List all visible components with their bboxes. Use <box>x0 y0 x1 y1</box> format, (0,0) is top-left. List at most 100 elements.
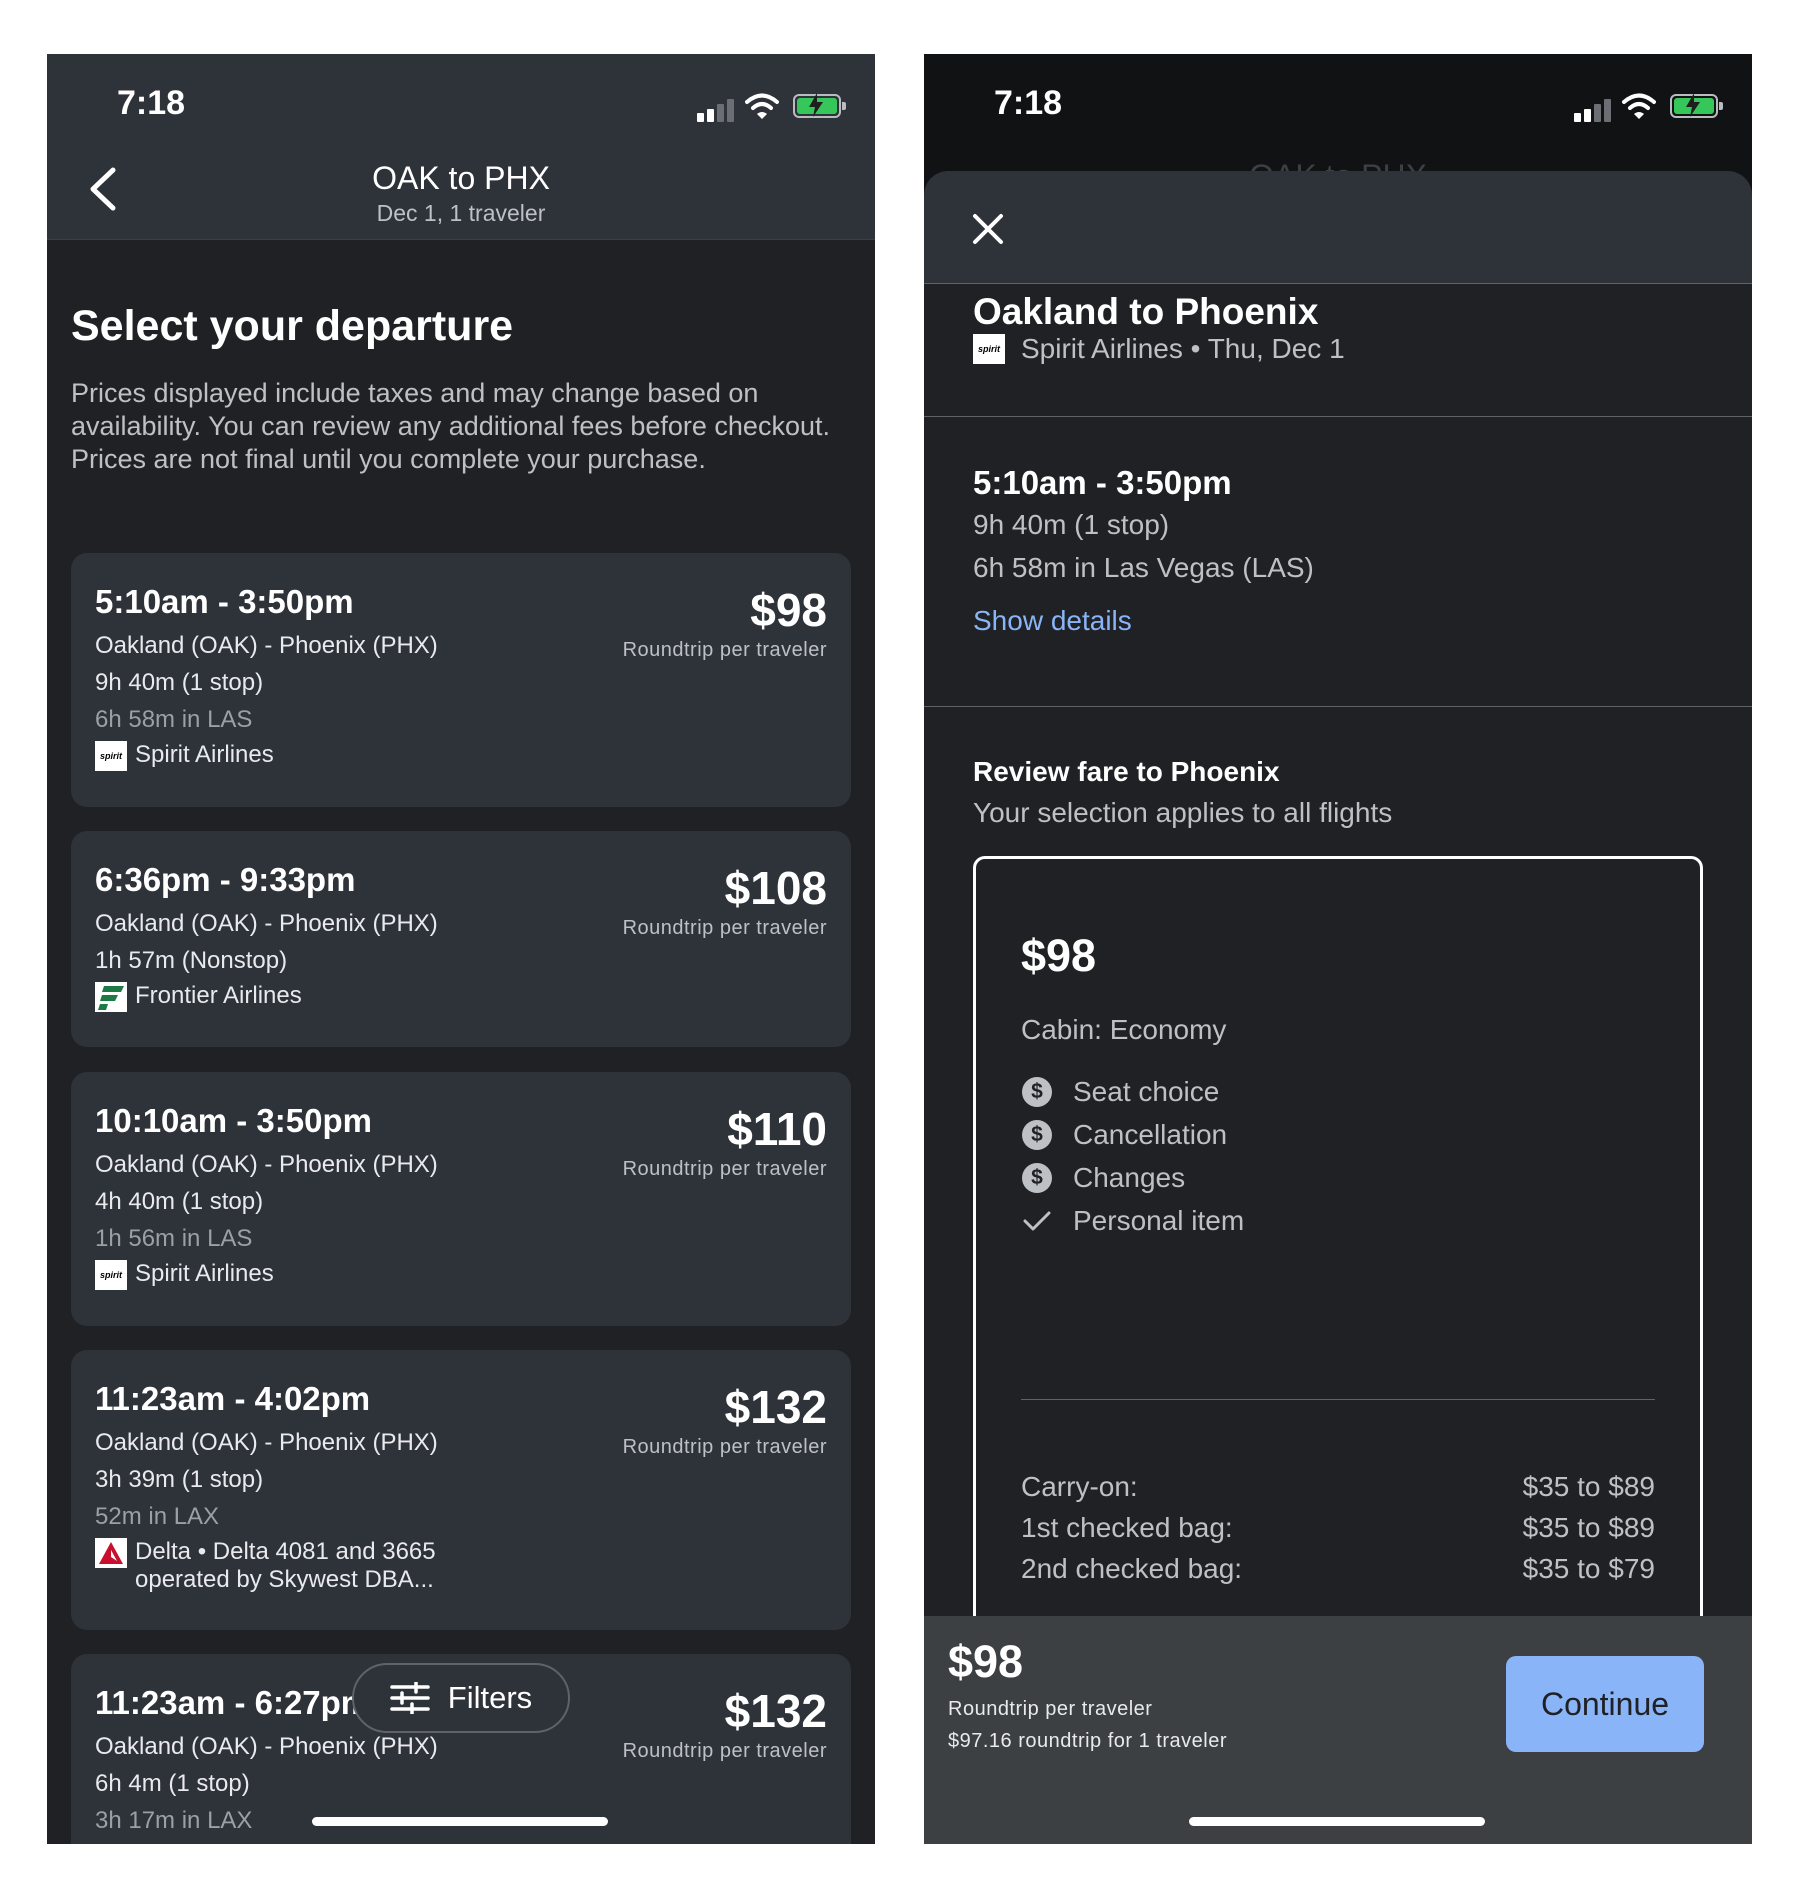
fare-feature: $ Cancellation <box>1021 1119 1227 1151</box>
flight-price: $98 <box>750 584 827 636</box>
airline-date: spirit Spirit Airlines • Thu, Dec 1 <box>973 333 1345 365</box>
operator-note: operated by Skywest DBA... <box>135 1566 434 1593</box>
wifi-icon <box>745 93 779 119</box>
flight-price: $132 <box>724 1381 827 1433</box>
status-time: 7:18 <box>994 84 1063 122</box>
flight-price: $110 <box>727 1103 827 1155</box>
fare-review-screen: 7:18 OAK to PHX Oakland to Phoenix spiri… <box>924 54 1752 1844</box>
flight-airline: spirit Spirit Airlines <box>95 1260 274 1290</box>
dollar-icon: $ <box>1021 1076 1053 1108</box>
price-note: Roundtrip per traveler <box>622 917 827 939</box>
feature-label: Personal item <box>1073 1205 1245 1236</box>
price-note: Roundtrip per traveler <box>622 1436 827 1458</box>
flight-duration: 9h 40m (1 stop) <box>95 669 264 696</box>
price-note: Roundtrip per traveler <box>622 1740 827 1762</box>
footer-price-note: Roundtrip per traveler <box>948 1698 1153 1720</box>
flight-duration: 9h 40m (1 stop) <box>973 509 1170 540</box>
filters-button[interactable]: Filters <box>352 1663 570 1733</box>
flight-duration: 3h 39m (1 stop) <box>95 1466 264 1493</box>
flight-times: 10:10am - 3:50pm <box>95 1102 372 1139</box>
fare-section-title: Review fare to Phoenix <box>973 756 1280 787</box>
bag-fee-label: 2nd checked bag: <box>1021 1553 1243 1584</box>
flight-duration: 6h 4m (1 stop) <box>95 1770 250 1797</box>
delta-logo-icon <box>95 1538 127 1568</box>
fare-cabin: Cabin: Economy <box>1021 1014 1227 1045</box>
footer-price: $98 <box>948 1636 1024 1687</box>
battery-charging-icon <box>1670 93 1723 118</box>
flight-layover: 52m in LAX <box>95 1503 220 1530</box>
airline-name: Spirit Airlines <box>135 1260 274 1287</box>
trip-title: Oakland to Phoenix <box>973 291 1319 332</box>
flight-times: 11:23am - 6:27pm <box>95 1684 371 1721</box>
flight-results-screen: 7:18 OAK to PHX Dec 1, 1 traveler Select… <box>47 54 875 1844</box>
bag-fee-row: 2nd checked bag: $35 to $79 <box>1021 1553 1655 1585</box>
bag-fee-label: 1st checked bag: <box>1021 1512 1233 1543</box>
checkout-footer: $98 Roundtrip per traveler $97.16 roundt… <box>924 1616 1752 1844</box>
feature-label: Cancellation <box>1073 1119 1228 1150</box>
section-heading: Select your departure <box>71 302 514 350</box>
price-disclaimer: Prices displayed include taxes and may c… <box>71 378 830 474</box>
battery-charging-icon <box>793 93 846 118</box>
divider <box>924 416 1752 417</box>
flight-airline: Delta • Delta 4081 and 3665 operated by … <box>95 1538 436 1594</box>
flight-price: $132 <box>724 1685 827 1737</box>
sheet-header <box>924 171 1752 284</box>
flight-layover: 1h 56m in LAS <box>95 1225 253 1252</box>
flight-card[interactable]: 5:10am - 3:50pm Oakland (OAK) - Phoenix … <box>71 553 851 807</box>
divider <box>1021 1399 1655 1400</box>
dollar-icon: $ <box>1021 1162 1053 1194</box>
feature-label: Seat choice <box>1073 1076 1220 1107</box>
wifi-icon <box>1622 93 1656 119</box>
flight-layover: 6h 58m in LAS <box>95 706 253 733</box>
check-icon <box>1021 1205 1053 1237</box>
airline-date-text: Spirit Airlines • Thu, Dec 1 <box>1021 333 1345 364</box>
feature-label: Changes <box>1073 1162 1186 1193</box>
frontier-logo-icon <box>95 982 127 1012</box>
flight-times: 11:23am - 4:02pm <box>95 1380 371 1417</box>
trip-summary: Dec 1, 1 traveler <box>376 200 546 226</box>
top-app-bar: 7:18 OAK to PHX Dec 1, 1 traveler <box>47 54 875 240</box>
flight-price: $108 <box>724 862 827 914</box>
bag-fee-value: $35 to $89 <box>1522 1471 1655 1502</box>
spirit-logo-icon: spirit <box>95 741 127 771</box>
flight-card[interactable]: 6:36pm - 9:33pm Oakland (OAK) - Phoenix … <box>71 831 851 1047</box>
status-bar: 7:18 <box>924 54 1752 154</box>
filters-label: Filters <box>447 1680 533 1715</box>
bag-fee-row: Carry-on: $35 to $89 <box>1021 1471 1655 1503</box>
divider <box>924 706 1752 707</box>
airline-name: Spirit Airlines <box>135 741 274 768</box>
cellular-signal-icon <box>697 98 737 122</box>
fare-feature: $ Changes <box>1021 1162 1185 1194</box>
fare-section-subtitle: Your selection applies to all flights <box>973 797 1393 828</box>
flight-airline: Frontier Airlines <box>95 982 302 1012</box>
spirit-logo-icon: spirit <box>973 334 1005 364</box>
bag-fee-row: 1st checked bag: $35 to $89 <box>1021 1512 1655 1544</box>
fare-bottom-sheet: Oakland to Phoenix spirit Spirit Airline… <box>924 171 1752 1844</box>
airline-name: Delta • Delta 4081 and 3665 <box>135 1538 436 1565</box>
page-title: OAK to PHX <box>372 160 550 196</box>
home-indicator <box>312 1817 608 1826</box>
flight-layover: 3h 17m in LAX <box>95 1807 253 1834</box>
flight-card[interactable]: 11:23am - 4:02pm Oakland (OAK) - Phoenix… <box>71 1350 851 1630</box>
show-details-link[interactable]: Show details <box>973 605 1132 637</box>
flight-route: Oakland (OAK) - Phoenix (PHX) <box>95 1429 438 1456</box>
fare-feature: $ Seat choice <box>1021 1076 1219 1108</box>
flight-route: Oakland (OAK) - Phoenix (PHX) <box>95 1151 438 1178</box>
flight-times: 6:36pm - 9:33pm <box>95 861 356 898</box>
bag-fee-label: Carry-on: <box>1021 1471 1138 1502</box>
status-time: 7:18 <box>117 84 186 122</box>
close-icon[interactable] <box>970 211 1006 247</box>
status-bar: 7:18 <box>47 54 875 154</box>
bag-fee-value: $35 to $79 <box>1522 1553 1655 1584</box>
price-note: Roundtrip per traveler <box>622 639 827 661</box>
flight-layover: 6h 58m in Las Vegas (LAS) <box>973 552 1314 583</box>
airline-name: Frontier Airlines <box>135 982 302 1009</box>
continue-button[interactable]: Continue <box>1506 1656 1704 1752</box>
flight-card[interactable]: 10:10am - 3:50pm Oakland (OAK) - Phoenix… <box>71 1072 851 1326</box>
tune-icon <box>390 1682 430 1714</box>
fare-feature: Personal item <box>1021 1205 1244 1237</box>
flight-airline: spirit Spirit Airlines <box>95 741 274 771</box>
flight-route: Oakland (OAK) - Phoenix (PHX) <box>95 1733 438 1760</box>
flight-route: Oakland (OAK) - Phoenix (PHX) <box>95 910 438 937</box>
spirit-logo-icon: spirit <box>95 1260 127 1290</box>
